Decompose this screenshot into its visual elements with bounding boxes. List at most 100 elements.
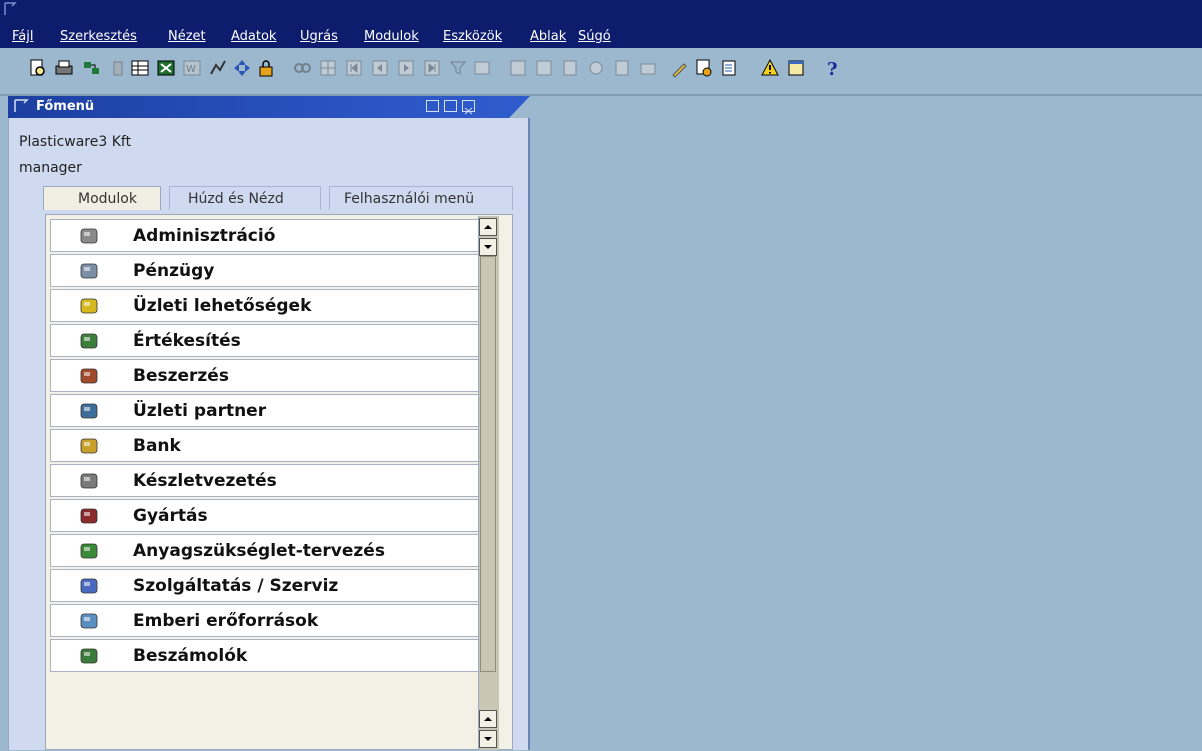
- module-label: Gyártás: [133, 506, 208, 526]
- module-label: Készletvezetés: [133, 471, 277, 491]
- close-icon: [464, 107, 473, 115]
- module-item[interactable]: Gyártás: [50, 499, 480, 532]
- spreadsheet-icon[interactable]: [130, 58, 150, 78]
- menu-modules[interactable]: Modulok: [364, 29, 419, 45]
- documents-icon[interactable]: [560, 58, 580, 78]
- module-label: Beszerzés: [133, 366, 229, 386]
- module-label: Adminisztráció: [133, 226, 276, 246]
- last-record-icon[interactable]: [422, 58, 442, 78]
- menu-file[interactable]: Fájl: [12, 29, 33, 45]
- navigate-icon[interactable]: [232, 58, 252, 78]
- main-menu-window: Főmenü Plasticware3 Kft manager Modulok …: [8, 96, 530, 750]
- send-icon[interactable]: [82, 58, 102, 78]
- menu-data[interactable]: Adatok: [231, 29, 276, 45]
- module-label: Beszámolók: [133, 646, 248, 666]
- sort-icon[interactable]: [472, 58, 492, 78]
- opportunities-icon: [79, 296, 99, 316]
- module-item[interactable]: Adminisztráció: [50, 219, 480, 252]
- module-label: Értékesítés: [133, 331, 241, 351]
- tab-user-menu[interactable]: Felhasználói menü: [329, 186, 513, 210]
- menu-window[interactable]: Ablak: [530, 29, 566, 45]
- excel-icon[interactable]: [156, 58, 176, 78]
- grid-icon[interactable]: [318, 58, 338, 78]
- module-item[interactable]: Beszámolók: [50, 639, 480, 672]
- finance-icon: [79, 261, 99, 281]
- window-title: Főmenü: [36, 99, 95, 114]
- scrollbar[interactable]: [478, 216, 499, 750]
- close-button[interactable]: [462, 100, 475, 115]
- module-item[interactable]: Bank: [50, 429, 480, 462]
- folder-icon[interactable]: [638, 58, 658, 78]
- copy-icon[interactable]: [534, 58, 554, 78]
- user-name: manager: [19, 160, 82, 176]
- arrow-down-icon: [484, 245, 492, 249]
- help-icon[interactable]: ?: [822, 58, 842, 80]
- minimize-button[interactable]: [426, 100, 439, 112]
- calendar-icon[interactable]: [786, 58, 806, 78]
- menu-edit[interactable]: Szerkesztés: [60, 29, 137, 45]
- module-item[interactable]: Készletvezetés: [50, 464, 480, 497]
- svg-text:?: ?: [827, 59, 838, 78]
- module-item[interactable]: Értékesítés: [50, 324, 480, 357]
- title-bar: [0, 0, 1202, 26]
- service-icon: [79, 576, 99, 596]
- module-item[interactable]: Pénzügy: [50, 254, 480, 287]
- word-icon[interactable]: W: [182, 58, 202, 78]
- inventory-icon: [79, 471, 99, 491]
- menu-view[interactable]: Nézet: [168, 29, 206, 45]
- padlock-icon[interactable]: [256, 58, 276, 78]
- business-partner-icon: [79, 401, 99, 421]
- module-item[interactable]: Üzleti partner: [50, 394, 480, 427]
- window-body: Plasticware3 Kft manager Modulok Húzd és…: [8, 118, 530, 750]
- module-item[interactable]: Anyagszükséglet-tervezés: [50, 534, 480, 567]
- first-record-icon[interactable]: [344, 58, 364, 78]
- module-item[interactable]: Beszerzés: [50, 359, 480, 392]
- bank-icon: [79, 436, 99, 456]
- arrow-up-icon: [484, 717, 492, 721]
- module-item[interactable]: Emberi erőforrások: [50, 604, 480, 637]
- lock-icon[interactable]: [108, 58, 128, 78]
- module-label: Emberi erőforrások: [133, 611, 319, 631]
- next-record-icon[interactable]: [396, 58, 416, 78]
- menu-goto[interactable]: Ugrás: [300, 29, 338, 45]
- sales-icon: [79, 331, 99, 351]
- edit-icon[interactable]: [670, 58, 690, 78]
- chart-icon[interactable]: [208, 58, 228, 78]
- settings-icon[interactable]: [694, 58, 714, 78]
- tab-strip: Modulok Húzd és Nézd Felhasználói menü: [43, 186, 523, 212]
- tab-modules[interactable]: Modulok: [43, 186, 161, 210]
- tab-drag-and-relate[interactable]: Húzd és Nézd: [169, 186, 321, 210]
- money-icon[interactable]: [586, 58, 606, 78]
- scroll-down-button-bottom[interactable]: [479, 730, 497, 748]
- scroll-down-button[interactable]: [479, 238, 497, 256]
- window-icon: [14, 99, 29, 112]
- report-icon[interactable]: [720, 58, 740, 78]
- menu-help[interactable]: Súgó: [578, 29, 611, 45]
- module-item[interactable]: Üzleti lehetőségek: [50, 289, 480, 322]
- alert-icon[interactable]: [760, 58, 780, 78]
- module-item[interactable]: Szolgáltatás / Szerviz: [50, 569, 480, 602]
- production-icon: [79, 506, 99, 526]
- window-title-bar[interactable]: Főmenü: [8, 96, 530, 118]
- module-label: Szolgáltatás / Szerviz: [133, 576, 339, 596]
- reports-icon: [79, 646, 99, 666]
- menu-tools[interactable]: Eszközök: [443, 29, 502, 45]
- scroll-thumb[interactable]: [480, 256, 496, 672]
- list-icon[interactable]: [612, 58, 632, 78]
- svg-text:W: W: [186, 64, 196, 75]
- print-icon[interactable]: [54, 58, 74, 78]
- module-label: Üzleti lehetőségek: [133, 296, 312, 316]
- arrow-up-icon: [484, 225, 492, 229]
- scroll-up-button[interactable]: [479, 218, 497, 236]
- print-preview-icon[interactable]: [28, 58, 48, 78]
- module-label: Anyagszükséglet-tervezés: [133, 541, 385, 561]
- previous-record-icon[interactable]: [370, 58, 390, 78]
- duplicate-icon[interactable]: [508, 58, 528, 78]
- filter-icon[interactable]: [448, 58, 468, 78]
- human-resources-icon: [79, 611, 99, 631]
- find-icon[interactable]: [292, 58, 312, 78]
- module-list: Adminisztráció Pénzügy Üzleti lehetőségek É…: [45, 214, 513, 750]
- scroll-up-button-bottom[interactable]: [479, 710, 497, 728]
- maximize-button[interactable]: [444, 100, 457, 112]
- system-menu-icon[interactable]: [4, 2, 20, 16]
